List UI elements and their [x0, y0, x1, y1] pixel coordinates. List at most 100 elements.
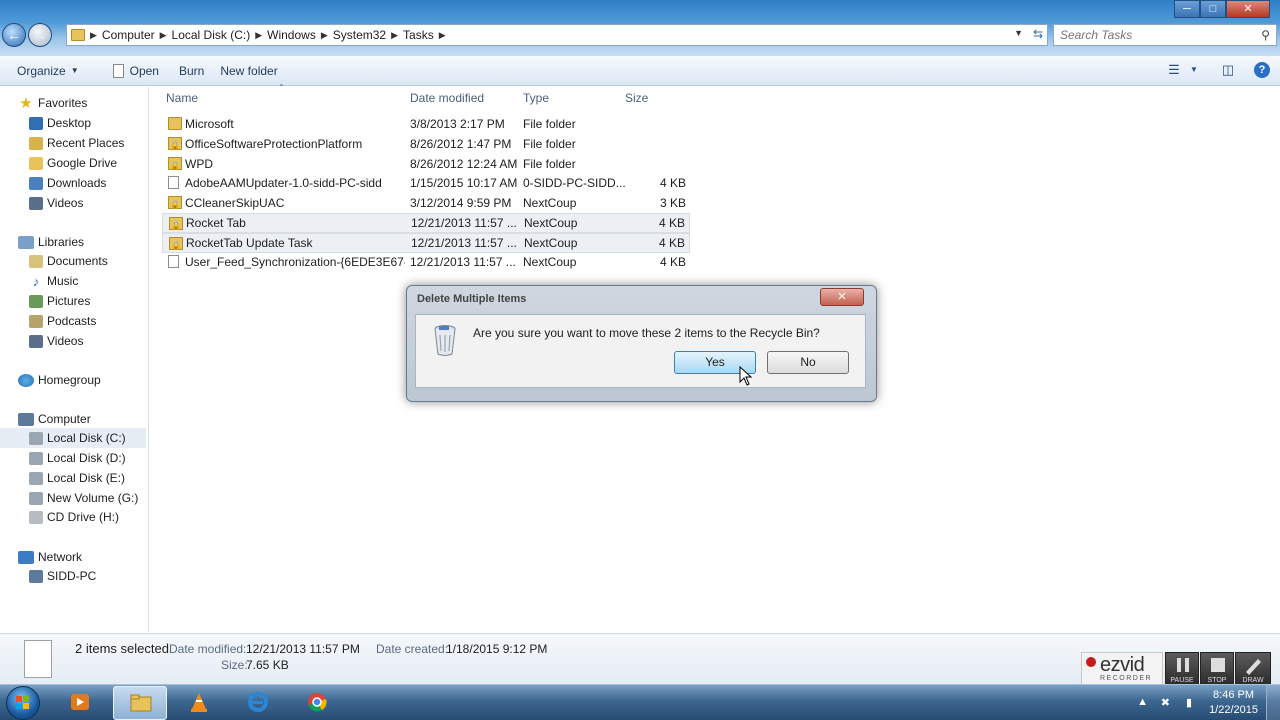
- taskbar-internet-explorer[interactable]: [231, 686, 285, 720]
- nav-item-google-drive[interactable]: Google Drive: [0, 153, 146, 173]
- nav-item-documents[interactable]: Documents: [0, 251, 146, 271]
- file-name: RocketTab Update Task: [186, 236, 313, 250]
- tray-expand-icon[interactable]: ▲: [1137, 696, 1148, 708]
- document-icon: [168, 255, 179, 268]
- dialog-close-button[interactable]: ✕: [820, 288, 864, 306]
- date-created-value: 1/18/2015 9:12 PM: [446, 642, 548, 656]
- nav-item-label: SIDD-PC: [47, 569, 97, 583]
- nav-favorites[interactable]: ★ Favorites: [18, 93, 87, 113]
- ezvid-pause-button[interactable]: PAUSE: [1165, 652, 1199, 686]
- nav-item-label: Documents: [47, 254, 108, 268]
- close-button[interactable]: ✕: [1226, 0, 1270, 18]
- show-desktop-button[interactable]: [1266, 685, 1280, 720]
- nav-buttons: ← →: [2, 23, 52, 47]
- nav-item-recent-places[interactable]: Recent Places: [0, 133, 146, 153]
- nav-item-pictures[interactable]: Pictures: [0, 291, 146, 311]
- nav-item-videos-lib[interactable]: Videos: [0, 331, 146, 351]
- help-icon[interactable]: ?: [1254, 62, 1270, 78]
- documents-icon: [29, 254, 43, 268]
- nav-item-local-disk-d[interactable]: Local Disk (D:): [0, 448, 146, 468]
- minimize-button[interactable]: ─: [1174, 0, 1200, 18]
- signal-icon[interactable]: ▮: [1186, 696, 1192, 709]
- google-drive-icon: [29, 156, 43, 170]
- nav-homegroup[interactable]: Homegroup: [18, 370, 101, 390]
- file-name: CCleanerSkipUAC: [185, 196, 285, 210]
- ezvid-draw-button[interactable]: DRAW: [1235, 652, 1271, 686]
- file-row[interactable]: AdobeAAMUpdater-1.0-sidd-PC-sidd 1/15/20…: [162, 173, 690, 193]
- refresh-icon[interactable]: ⇆: [1033, 27, 1043, 41]
- nav-favorites-label: Favorites: [38, 96, 88, 110]
- breadcrumb-tasks[interactable]: Tasks: [403, 28, 434, 42]
- chevron-right-icon: ▶: [255, 29, 263, 40]
- locked-folder-icon: 🔒: [168, 196, 182, 209]
- taskbar-chrome[interactable]: [290, 686, 344, 720]
- clock[interactable]: 8:46 PM 1/22/2015: [1209, 688, 1258, 718]
- preview-pane-icon[interactable]: ◫: [1220, 62, 1236, 78]
- ezvid-logo: ezvid RECORDER: [1081, 652, 1163, 686]
- nav-item-podcasts[interactable]: Podcasts: [0, 311, 146, 331]
- no-button[interactable]: No: [767, 351, 849, 374]
- view-options-icon[interactable]: ☰: [1166, 62, 1182, 78]
- file-size: 3 KB: [659, 196, 686, 210]
- breadcrumb-local-disk-c[interactable]: Local Disk (C:): [172, 28, 251, 42]
- network-status-icon[interactable]: ✖: [1161, 696, 1170, 709]
- breadcrumb-computer[interactable]: Computer: [102, 28, 155, 42]
- details-pane: 2 items selected Date modified: 12/21/20…: [0, 633, 1280, 686]
- pictures-icon: [29, 294, 43, 308]
- organize-button[interactable]: Organize ▼: [17, 64, 79, 78]
- nav-item-music[interactable]: ♪ Music: [0, 271, 146, 291]
- nav-item-label: Downloads: [47, 176, 107, 190]
- column-header-size[interactable]: Size: [625, 91, 648, 105]
- nav-item-desktop[interactable]: Desktop: [0, 113, 146, 133]
- nav-computer[interactable]: Computer: [18, 409, 91, 429]
- taskbar-media-player[interactable]: [53, 686, 107, 720]
- nav-item-new-volume-g[interactable]: New Volume (G:): [0, 488, 146, 508]
- file-row-selected[interactable]: 🔒 RocketTab Update Task 12/21/2013 11:57…: [162, 233, 690, 253]
- chevron-down-icon[interactable]: ▼: [1186, 62, 1202, 78]
- ezvid-recorder-widget: ezvid RECORDER PAUSE STOP DRAW: [1081, 652, 1277, 686]
- folder-icon: [71, 29, 85, 41]
- file-row[interactable]: 🔒 CCleanerSkipUAC 3/12/2014 9:59 PM Next…: [162, 193, 690, 213]
- nav-item-cd-drive-h[interactable]: CD Drive (H:): [0, 507, 146, 527]
- search-input[interactable]: [1060, 28, 1250, 42]
- file-row[interactable]: 🔒 OfficeSoftwareProtectionPlatform 8/26/…: [162, 134, 690, 154]
- open-button[interactable]: Open: [112, 63, 159, 78]
- address-dropdown-icon[interactable]: ▼: [1014, 28, 1023, 38]
- new-folder-button[interactable]: New folder: [220, 64, 277, 78]
- nav-network[interactable]: Network: [18, 547, 82, 567]
- file-row[interactable]: 🔒 WPD 8/26/2012 12:24 AM File folder: [162, 154, 690, 174]
- file-row-selected[interactable]: 🔒 Rocket Tab 12/21/2013 11:57 ... NextCo…: [162, 213, 690, 233]
- ezvid-stop-button[interactable]: STOP: [1200, 652, 1234, 686]
- file-type: 0-SIDD-PC-SIDD...: [523, 176, 626, 190]
- column-header-name[interactable]: Name: [166, 91, 198, 105]
- forward-button[interactable]: →: [28, 23, 52, 47]
- column-header-date[interactable]: Date modified: [410, 91, 484, 105]
- taskbar-explorer[interactable]: [113, 686, 167, 720]
- nav-item-local-disk-e[interactable]: Local Disk (E:): [0, 468, 146, 488]
- breadcrumb-windows[interactable]: Windows: [267, 28, 316, 42]
- start-button[interactable]: [6, 686, 40, 720]
- maximize-button[interactable]: □: [1200, 0, 1226, 18]
- burn-button[interactable]: Burn: [179, 64, 204, 78]
- search-icon[interactable]: ⚲: [1261, 28, 1270, 42]
- nav-item-local-disk-c[interactable]: Local Disk (C:): [0, 428, 146, 448]
- nav-libraries[interactable]: Libraries: [18, 232, 84, 252]
- nav-item-label: Desktop: [47, 116, 92, 130]
- file-type: NextCoup: [523, 196, 577, 210]
- taskbar-vlc[interactable]: [172, 686, 226, 720]
- draw-label: DRAW: [1242, 677, 1264, 684]
- file-row[interactable]: User_Feed_Synchronization-{6EDE3E67-1...…: [162, 252, 690, 272]
- file-row[interactable]: Microsoft 3/8/2013 2:17 PM File folder: [162, 114, 690, 134]
- file-date: 12/21/2013 11:57 ...: [411, 236, 517, 250]
- folder-icon: [130, 694, 152, 712]
- search-box[interactable]: ⚲: [1053, 24, 1277, 46]
- nav-item-downloads[interactable]: Downloads: [0, 173, 146, 193]
- column-header-type[interactable]: Type: [523, 91, 549, 105]
- address-bar[interactable]: ▶ Computer ▶ Local Disk (C:) ▶ Windows ▶…: [66, 24, 1048, 46]
- breadcrumb-system32[interactable]: System32: [333, 28, 386, 42]
- nav-item-sidd-pc[interactable]: SIDD-PC: [0, 566, 146, 586]
- nav-item-videos-fav[interactable]: Videos: [0, 193, 146, 213]
- downloads-icon: [29, 176, 43, 190]
- ezvid-sub: RECORDER: [1100, 675, 1153, 682]
- back-button[interactable]: ←: [2, 23, 26, 47]
